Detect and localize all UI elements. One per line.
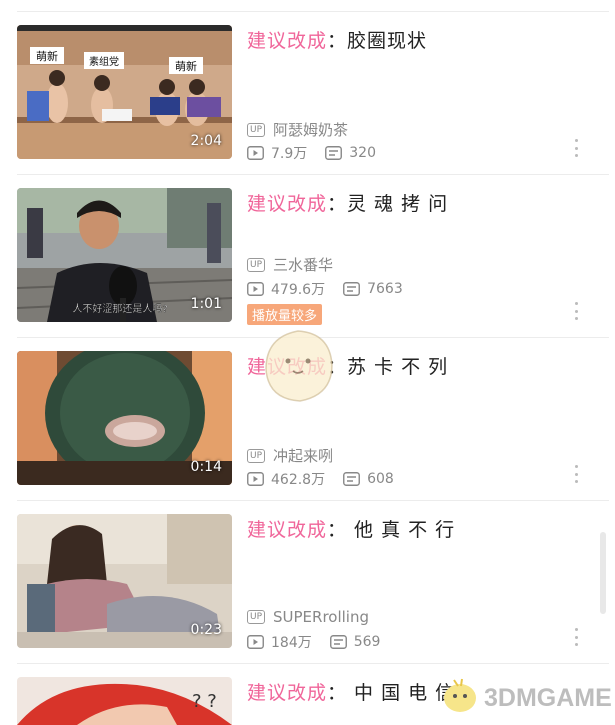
watermark-text: 3DMGAME (484, 683, 612, 712)
uploader-row[interactable]: UP SUPERrolling (247, 608, 369, 626)
title-text: ： 中 国 电 信 (327, 682, 456, 704)
play-count-icon (247, 146, 264, 160)
danmaku-icon (343, 472, 361, 486)
stats-row: 462.8万 608 (247, 469, 394, 489)
danmaku-icon (329, 635, 347, 649)
title-text: ：灵 魂 拷 问 (327, 193, 449, 215)
more-vertical-icon[interactable] (572, 302, 580, 320)
view-count: 462.8万 (271, 472, 326, 488)
danmaku-count: 608 (367, 471, 394, 487)
up-badge-icon: UP (247, 122, 266, 137)
thumb-caption-2: 素组党 (89, 55, 119, 68)
video-card-2[interactable]: 人不好涩那还是人吗? 1:01 建议改成：灵 魂 拷 问 UP 三水番华 479… (0, 175, 615, 338)
title-text: ：苏 卡 不 列 (327, 356, 449, 378)
up-badge-icon: UP (247, 257, 266, 272)
play-count-icon (247, 635, 264, 649)
more-vertical-icon[interactable] (572, 139, 580, 157)
video-thumbnail[interactable]: 0:23 (17, 514, 232, 648)
stats-row: 479.6万 7663 (247, 279, 403, 299)
play-count-icon (247, 472, 264, 486)
title-text: ： 他 真 不 行 (327, 519, 456, 541)
danmaku-count: 569 (353, 634, 381, 650)
video-thumbnail[interactable]: ? ? (17, 677, 232, 725)
video-duration: 2:04 (190, 133, 222, 149)
video-duration: 0:23 (190, 622, 222, 638)
title-text: ：胶圈现状 (327, 30, 428, 52)
hot-badge: 播放量较多 (247, 304, 323, 325)
mascot-watermark-icon (258, 325, 338, 409)
uploader-row[interactable]: UP 阿瑟姆奶茶 (247, 119, 348, 140)
stats-row: 7.9万 320 (247, 143, 376, 163)
uploader-name: 冲起来咧 (273, 447, 334, 465)
uploader-row[interactable]: UP 三水番华 (247, 254, 333, 275)
uploader-name: 三水番华 (273, 256, 334, 274)
title-prefix: 建议改成 (247, 519, 328, 541)
site-watermark: 3DMGAME (440, 676, 612, 720)
video-thumbnail[interactable]: 人不好涩那还是人吗? 1:01 (17, 188, 232, 322)
video-duration: 0:14 (190, 459, 222, 475)
video-card-1[interactable]: 萌新 素组党 萌新 2:04 建议改成：胶圈现状 UP 阿瑟姆奶茶 7.9万 3… (0, 12, 615, 175)
view-count: 184万 (271, 635, 312, 651)
video-title[interactable]: 建议改成： 他 真 不 行 (247, 515, 455, 542)
video-thumbnail[interactable]: 0:14 (17, 351, 232, 485)
thumb-caption-1: 萌新 (36, 49, 58, 63)
more-vertical-icon[interactable] (572, 628, 580, 646)
title-prefix: 建议改成 (247, 682, 328, 704)
uploader-row[interactable]: UP 冲起来咧 (247, 445, 333, 466)
danmaku-icon (325, 146, 343, 160)
danmaku-count: 7663 (367, 281, 403, 297)
svg-text:? ?: ? ? (192, 691, 217, 712)
uploader-name: 阿瑟姆奶茶 (273, 121, 349, 139)
video-title[interactable]: 建议改成：灵 魂 拷 问 (247, 189, 448, 216)
thumbnail-image: ? ? (17, 677, 232, 725)
video-duration: 1:01 (190, 296, 222, 312)
up-badge-icon: UP (247, 448, 266, 463)
stats-row: 184万 569 (247, 632, 380, 652)
mascot-icon (440, 676, 480, 720)
play-count-icon (247, 282, 264, 296)
view-count: 479.6万 (271, 282, 326, 298)
more-vertical-icon[interactable] (572, 465, 580, 483)
video-subtitle: 人不好涩那还是人吗? (72, 303, 167, 315)
video-title[interactable]: 建议改成：胶圈现状 (247, 26, 427, 53)
video-thumbnail[interactable]: 萌新 素组党 萌新 2:04 (17, 25, 232, 159)
title-prefix: 建议改成 (247, 30, 328, 52)
thumb-caption-3: 萌新 (175, 59, 197, 73)
scrollbar[interactable] (600, 532, 606, 614)
danmaku-icon (343, 282, 361, 296)
view-count: 7.9万 (271, 146, 308, 162)
title-prefix: 建议改成 (247, 193, 328, 215)
uploader-name: SUPERrolling (273, 608, 370, 626)
up-badge-icon: UP (247, 610, 266, 624)
video-card-4[interactable]: 0:23 建议改成： 他 真 不 行 UP SUPERrolling 184万 … (0, 501, 615, 664)
video-title[interactable]: 建议改成： 中 国 电 信 (247, 678, 455, 705)
danmaku-count: 320 (349, 145, 376, 161)
